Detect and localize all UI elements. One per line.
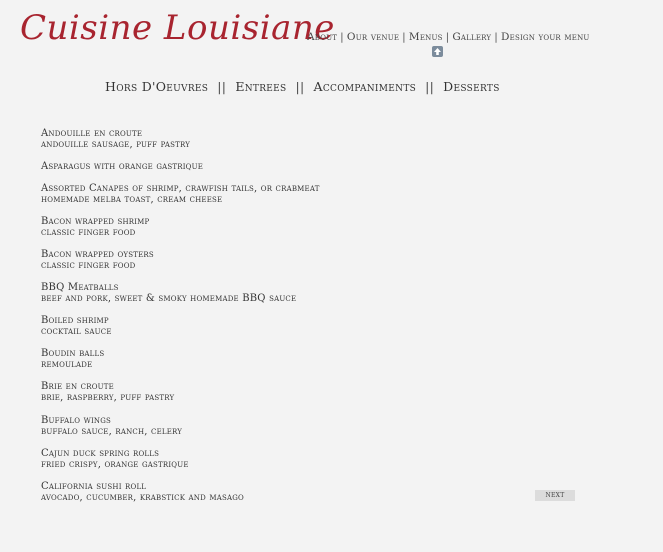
nav-separator: |: [445, 31, 450, 43]
menu-item-name: Assorted Canapes of shrimp, crawfish tai…: [41, 183, 320, 194]
menu-item-name: BBQ Meatballs: [41, 282, 119, 293]
menu-item-name: Boudin balls: [41, 348, 105, 359]
nav-separator: |: [402, 31, 406, 43]
category-navigation: Hors D'Oeuvres || Entrees || Accompaniments |…: [105, 79, 500, 94]
category-entrees-link[interactable]: Entrees: [235, 79, 286, 94]
menu-item: Cajun duck spring rolls fried crispy, or…: [41, 448, 189, 470]
category-accompaniments-link[interactable]: Accompaniments: [314, 79, 417, 94]
menu-item-description: avocado, cucumber, krabstick and masago: [41, 492, 244, 503]
menu-item: Boudin balls remoulade: [41, 348, 104, 370]
menu-item-description: remoulade: [41, 359, 93, 370]
next-page-button[interactable]: next: [535, 490, 575, 501]
menu-item: BBQ Meatballs beef and pork, sweet & smo…: [41, 282, 296, 304]
menu-item: Andouille en croute andouille sausage, p…: [41, 128, 190, 150]
menu-item: Bacon wrapped shrimp classic finger food: [41, 216, 149, 238]
up-arrow-icon-glyph: [434, 48, 441, 55]
menu-item-name: Andouille en croute: [41, 128, 143, 139]
category-hors-doeuvres-link[interactable]: Hors D'Oeuvres: [105, 79, 208, 94]
category-desserts-link[interactable]: Desserts: [443, 79, 500, 94]
menu-item-name: Bacon wrapped shrimp: [41, 216, 150, 227]
menu-item-description: andouille sausage, puff pastry: [41, 139, 191, 150]
nav-gallery-link[interactable]: Gallery: [452, 31, 491, 43]
menu-item: California sushi roll avocado, cucumber,…: [41, 481, 244, 503]
nav-about-link[interactable]: About: [307, 31, 337, 43]
nav-menus-link[interactable]: Menus: [409, 31, 443, 43]
category-separator: ||: [425, 79, 435, 94]
menu-item-name: California sushi roll: [41, 481, 147, 492]
menu-item-description: buffalo sauce, ranch, celery: [41, 426, 183, 437]
menu-item-name: Cajun duck spring rolls: [41, 448, 160, 459]
nav-design-your-menu-link[interactable]: Design your menu: [501, 31, 590, 43]
menu-item-description: brie, raspberry, puff pastry: [41, 392, 175, 403]
menu-item: Assorted Canapes of shrimp, crawfish tai…: [41, 183, 320, 205]
menu-item-description: fried crispy, orange gastrique: [41, 459, 189, 470]
category-separator: ||: [217, 79, 227, 94]
menu-item-description: homemade melba toast, cream cheese: [41, 194, 223, 205]
nav-our-venue-link[interactable]: Our venue: [347, 31, 399, 43]
menu-item-description: classic finger food: [41, 227, 136, 238]
nav-separator: |: [340, 31, 344, 43]
nav-separator: |: [494, 31, 499, 43]
menu-item: Brie en croute brie, raspberry, puff pas…: [41, 381, 174, 403]
menu-item-name: Boiled shrimp: [41, 315, 109, 326]
menu-item: Asparagus with orange gastrique: [41, 161, 203, 172]
top-navigation: About | Our venue | Menus | Gallery | Design you…: [307, 31, 590, 43]
category-separator: ||: [295, 79, 305, 94]
menu-item: Boiled shrimp cocktail sauce: [41, 315, 112, 337]
menu-item: Bacon wrapped oysters classic finger foo…: [41, 249, 154, 271]
menu-item-description: cocktail sauce: [41, 326, 112, 337]
menu-item-name: Bacon wrapped oysters: [41, 249, 154, 260]
menu-item-name: Buffalo wings: [41, 415, 112, 426]
up-arrow-icon[interactable]: [432, 46, 443, 57]
menu-item: Buffalo wings buffalo sauce, ranch, cele…: [41, 415, 182, 437]
menu-item-name: Asparagus with orange gastrique: [41, 161, 204, 172]
menu-item-description: classic finger food: [41, 260, 136, 271]
site-logo[interactable]: Cuisine Louisiane: [20, 8, 335, 48]
menu-item-name: Brie en croute: [41, 381, 114, 392]
menu-item-description: beef and pork, sweet & smoky homemade BB…: [41, 293, 297, 304]
